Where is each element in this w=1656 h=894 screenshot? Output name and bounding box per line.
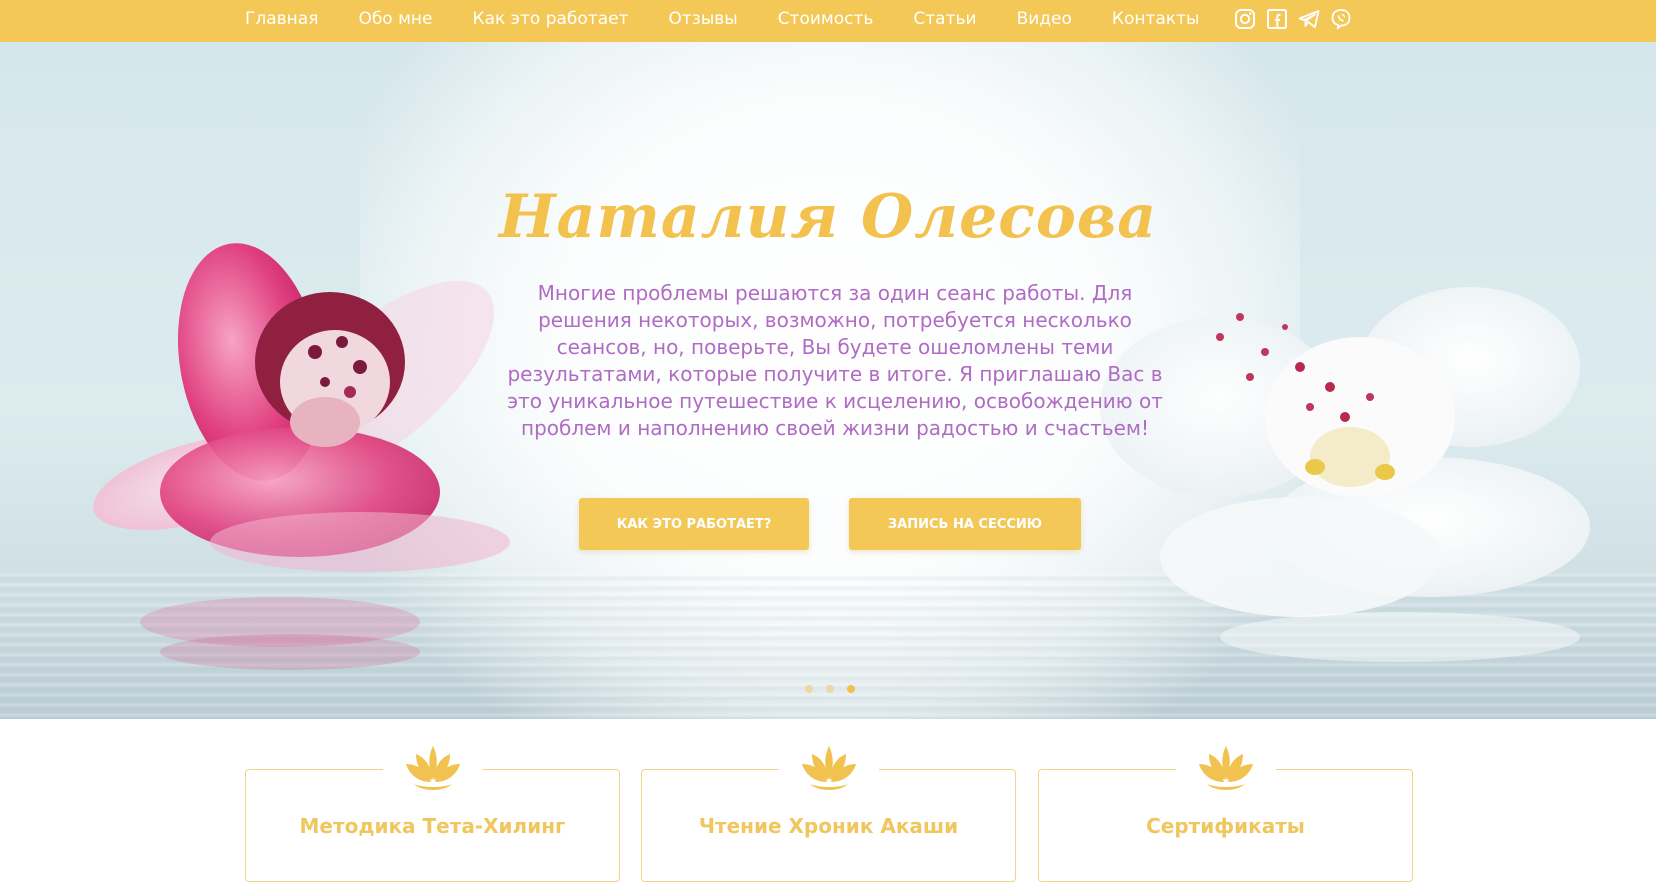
viber-icon[interactable]	[1329, 7, 1353, 31]
social-links	[1233, 7, 1353, 31]
nav-item-video[interactable]: Видео	[1017, 9, 1072, 29]
slider-dot-3[interactable]	[847, 685, 855, 693]
slider-dot-1[interactable]	[805, 685, 813, 693]
nav-item-reviews[interactable]: Отзывы	[669, 9, 738, 29]
telegram-icon[interactable]	[1297, 7, 1321, 31]
card-label: Методика Тета-Хилинг	[299, 814, 566, 838]
nav-item-how-it-works[interactable]: Как это работает	[473, 9, 629, 29]
top-nav-bar: Главная Обо мне Как это работает Отзывы …	[0, 0, 1656, 42]
card-label: Сертификаты	[1146, 814, 1305, 838]
card-akashic-records[interactable]: Чтение Хроник Акаши	[641, 746, 1016, 882]
card-label: Чтение Хроник Акаши	[698, 814, 959, 838]
hero-slider: Наталия Олесова Многие проблемы решаются…	[0, 42, 1656, 719]
nav-item-contacts[interactable]: Контакты	[1112, 9, 1200, 29]
instagram-icon[interactable]	[1233, 7, 1257, 31]
slider-dot-2[interactable]	[826, 685, 834, 693]
nav-item-home[interactable]: Главная	[245, 9, 318, 29]
main-nav: Главная Обо мне Как это работает Отзывы …	[245, 0, 1239, 38]
book-session-button[interactable]: ЗАПИСЬ НА СЕССИЮ	[849, 498, 1081, 550]
lotus-icon	[1199, 746, 1253, 790]
lotus-icon	[802, 746, 856, 790]
hero-title: Наталия Олесова	[498, 182, 1158, 252]
how-it-works-button[interactable]: КАК ЭТО РАБОТАЕТ?	[579, 498, 809, 550]
hero-description: Многие проблемы решаются за один сеанс р…	[507, 281, 1163, 440]
nav-item-articles[interactable]: Статьи	[913, 9, 976, 29]
lotus-icon	[406, 746, 460, 790]
nav-item-pricing[interactable]: Стоимость	[778, 9, 874, 29]
card-theta-healing[interactable]: Методика Тета-Хилинг	[245, 746, 620, 882]
pink-orchid-image	[93, 243, 510, 670]
nav-item-about[interactable]: Обо мне	[358, 9, 432, 29]
card-certificates[interactable]: Сертификаты	[1038, 746, 1413, 882]
facebook-icon[interactable]	[1265, 7, 1289, 31]
slider-dots	[805, 685, 855, 693]
